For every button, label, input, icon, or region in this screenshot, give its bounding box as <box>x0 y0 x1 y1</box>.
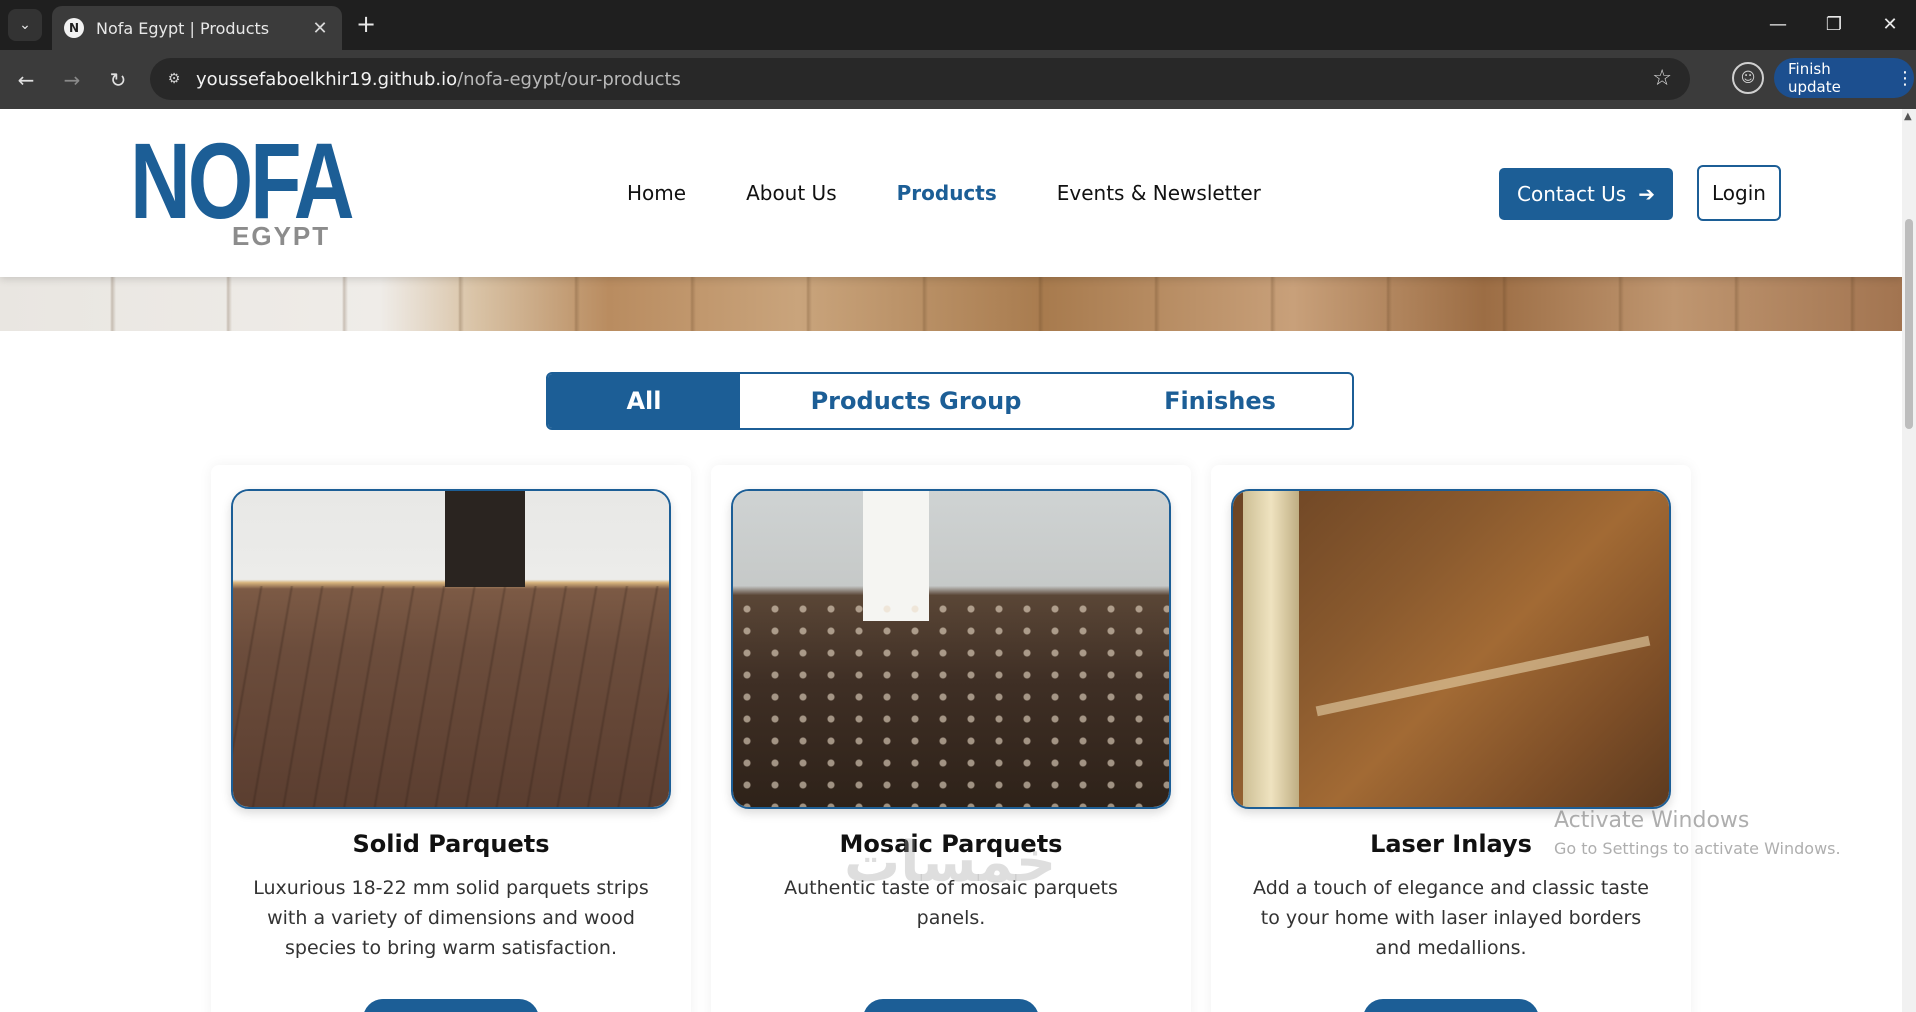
product-image <box>1231 489 1671 809</box>
product-more-button[interactable] <box>1363 999 1539 1012</box>
favicon-icon: N <box>64 18 84 38</box>
nav-products[interactable]: Products <box>897 181 997 205</box>
nofa-logo[interactable]: NOFA EGYPT <box>130 120 355 252</box>
page-scrollbar[interactable]: ▲ <box>1902 109 1916 1012</box>
activate-windows-title: Activate Windows <box>1554 808 1750 833</box>
arrow-right-icon: ➔ <box>1638 182 1655 206</box>
filter-tab-finishes[interactable]: Finishes <box>1092 374 1348 428</box>
browser-toolbar: ← → ↻ ⚙ youssefaboelkhir19.github.io/nof… <box>0 50 1916 109</box>
product-more-button[interactable] <box>363 999 539 1012</box>
product-filter-tabs: All Products Group Finishes <box>546 372 1354 430</box>
finish-update-button[interactable]: Finish update ⋮ <box>1774 58 1914 98</box>
site-watermark: خمسات <box>844 830 1057 895</box>
window-restore-icon[interactable]: ❐ <box>1814 8 1854 40</box>
tab-close-icon[interactable]: ✕ <box>310 18 330 39</box>
nav-home[interactable]: Home <box>627 181 686 205</box>
product-image <box>231 489 671 809</box>
scroll-thumb[interactable] <box>1905 219 1913 429</box>
bookmark-star-icon[interactable]: ☆ <box>1652 66 1672 91</box>
filter-tab-products-group[interactable]: Products Group <box>740 374 1092 428</box>
site-header: NOFA EGYPT Home About Us Products Events… <box>0 109 1902 277</box>
product-description: Add a touch of elegance and classic tast… <box>1253 877 1649 959</box>
product-card-laser-inlays[interactable]: Laser Inlays Add a touch of elegance and… <box>1211 465 1691 1012</box>
product-more-button[interactable] <box>863 999 1039 1012</box>
window-close-icon[interactable]: ✕ <box>1870 8 1910 40</box>
finish-update-label: Finish update <box>1788 60 1841 96</box>
activate-windows-watermark: Activate Windows Go to Settings to activ… <box>1554 808 1841 858</box>
url-path: /nofa-egypt/our-products <box>457 68 681 90</box>
window-minimize-icon[interactable]: — <box>1758 8 1798 40</box>
activate-windows-subtitle: Go to Settings to activate Windows. <box>1554 839 1841 858</box>
login-button[interactable]: Login <box>1697 165 1781 221</box>
back-arrow-icon[interactable]: ← <box>10 64 42 96</box>
url-host: youssefaboelkhir19.github.io <box>196 68 458 90</box>
hero-banner-image <box>0 277 1902 331</box>
browser-tab-bar: ⌄ N Nofa Egypt | Products ✕ + — ❐ ✕ <box>0 0 1916 50</box>
product-card-mosaic-parquets[interactable]: Mosaic Parquets Authentic taste of mosai… <box>711 465 1191 1012</box>
nav-events-newsletter[interactable]: Events & Newsletter <box>1057 181 1261 205</box>
product-description: Luxurious 18-22 mm solid parquets strips… <box>253 877 649 959</box>
tab-title: Nofa Egypt | Products <box>96 18 270 38</box>
address-bar[interactable]: ⚙ youssefaboelkhir19.github.io/nofa-egyp… <box>150 58 1690 100</box>
product-card-solid-parquets[interactable]: Solid Parquets Luxurious 18-22 mm solid … <box>211 465 691 1012</box>
contact-us-button[interactable]: Contact Us ➔ <box>1499 168 1673 220</box>
filter-tab-all[interactable]: All <box>548 374 740 428</box>
logo-main-text: NOFA <box>130 120 355 241</box>
main-nav: Home About Us Products Events & Newslett… <box>627 181 1321 205</box>
logo-sub-text: EGYPT <box>232 221 331 251</box>
product-title: Solid Parquets <box>352 830 550 858</box>
profile-avatar-icon[interactable]: ☺ <box>1732 62 1764 94</box>
forward-arrow-icon[interactable]: → <box>56 64 88 96</box>
product-image <box>731 489 1171 809</box>
nav-about-us[interactable]: About Us <box>746 181 837 205</box>
reload-icon[interactable]: ↻ <box>102 64 134 96</box>
contact-us-label: Contact Us <box>1517 182 1627 206</box>
scroll-up-icon[interactable]: ▲ <box>1904 111 1912 122</box>
more-menu-icon: ⋮ <box>1896 67 1914 89</box>
browser-tab[interactable]: N Nofa Egypt | Products ✕ <box>52 6 342 50</box>
site-info-icon[interactable]: ⚙ <box>162 67 186 91</box>
new-tab-plus-icon[interactable]: + <box>352 10 380 38</box>
tab-search-chevron-icon[interactable]: ⌄ <box>8 9 42 41</box>
